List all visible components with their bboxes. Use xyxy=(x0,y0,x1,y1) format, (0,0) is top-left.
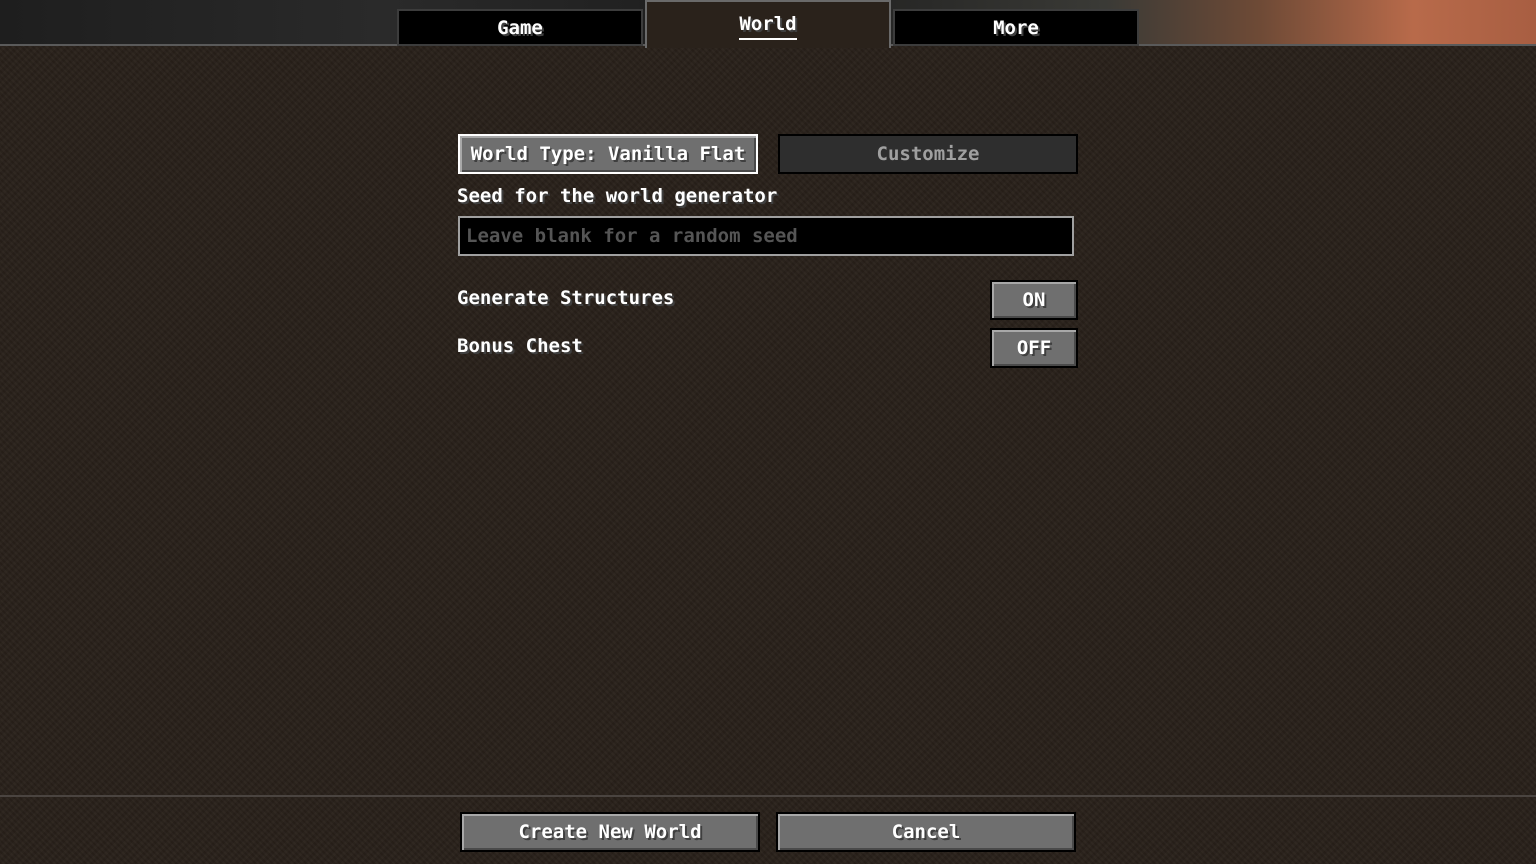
world-type-button[interactable]: World Type: Vanilla Flat xyxy=(458,134,758,174)
tab-world-label: World xyxy=(739,13,797,40)
bonus-chest-label: Bonus Chest xyxy=(457,335,583,357)
tab-game[interactable]: Game xyxy=(397,9,643,46)
tab-world[interactable]: World xyxy=(645,0,891,48)
tab-more[interactable]: More xyxy=(893,9,1139,46)
seed-input[interactable] xyxy=(458,216,1074,256)
generate-structures-toggle[interactable]: ON xyxy=(990,280,1078,320)
generate-structures-label: Generate Structures xyxy=(457,287,675,309)
customize-button[interactable]: Customize xyxy=(778,134,1078,174)
cancel-button[interactable]: Cancel xyxy=(776,812,1076,852)
seed-label: Seed for the world generator xyxy=(457,185,778,207)
tab-bar: Game World More xyxy=(0,0,1536,48)
footer-bar xyxy=(0,795,1536,864)
create-new-world-button[interactable]: Create New World xyxy=(460,812,760,852)
bonus-chest-toggle[interactable]: OFF xyxy=(990,328,1078,368)
